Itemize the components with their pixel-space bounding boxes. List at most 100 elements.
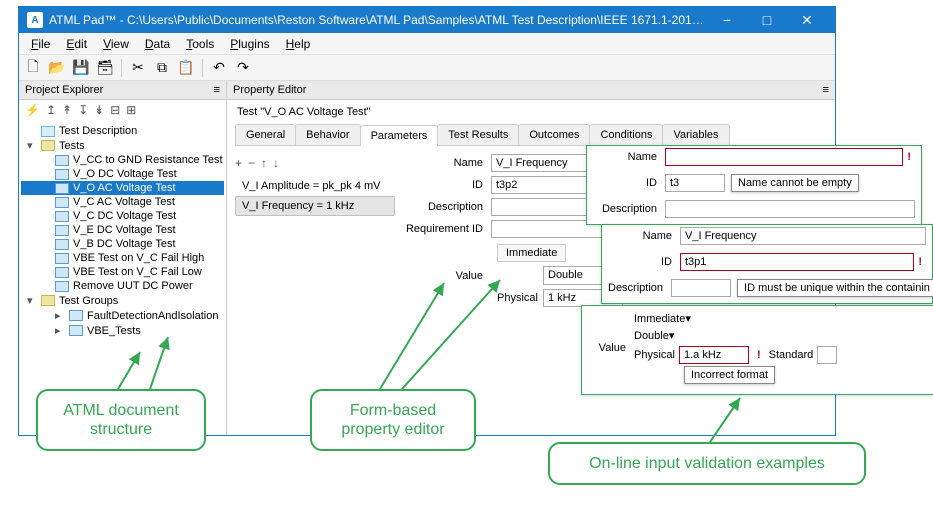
menu-file[interactable]: File <box>23 35 58 53</box>
tree-test-item[interactable]: VBE Test on V_C Fail High <box>21 251 224 265</box>
popup2-id-label: ID <box>608 256 680 268</box>
open-icon[interactable]: 📂 <box>47 58 67 78</box>
test-icon <box>55 197 69 208</box>
menu-tools[interactable]: Tools <box>178 35 222 53</box>
popup3-type-select[interactable]: Double▾ <box>634 329 774 342</box>
value-label: Value <box>445 270 491 282</box>
doc-icon <box>41 126 55 137</box>
tree-root[interactable]: Test Description <box>21 124 224 138</box>
group-icon <box>69 325 83 336</box>
param-up-icon[interactable]: ↑ <box>261 156 267 170</box>
tab-test-results[interactable]: Test Results <box>437 124 519 145</box>
lightning-icon[interactable]: ⚡ <box>25 103 40 117</box>
close-button[interactable]: ✕ <box>787 7 827 33</box>
callout-editor: Form-basedproperty editor <box>310 389 476 451</box>
popup3-physical-field[interactable] <box>679 346 749 364</box>
popup2-desc-field[interactable] <box>671 279 731 297</box>
tree-tests[interactable]: ▾Tests <box>21 138 224 153</box>
window-title: ATML Pad™ - C:\Users\Public\Documents\Re… <box>49 13 707 27</box>
tree-test-item[interactable]: V_O AC Voltage Test <box>21 181 224 195</box>
popup3-standard-field[interactable] <box>817 346 837 364</box>
tree-group-item[interactable]: ▸VBE_Tests <box>21 323 224 338</box>
menu-plugins[interactable]: Plugins <box>222 35 277 53</box>
menu-help[interactable]: Help <box>278 35 319 53</box>
panel-menu-icon[interactable]: ≡ <box>823 84 829 96</box>
id-label: ID <box>403 179 491 191</box>
tree-test-item[interactable]: V_E DC Voltage Test <box>21 223 224 237</box>
test-icon <box>55 225 69 236</box>
copy-icon[interactable]: ⧉ <box>152 58 172 78</box>
test-icon <box>55 281 69 292</box>
movedown-icon[interactable]: ↧ <box>78 103 88 117</box>
undo-icon[interactable]: ↶ <box>209 58 229 78</box>
error-icon: ! <box>753 349 765 361</box>
expand-icon[interactable]: ⊞ <box>126 103 136 117</box>
popup3-kind-select[interactable]: Immediate▾ <box>634 312 930 325</box>
test-title: Test "V_O AC Voltage Test" <box>227 100 835 124</box>
tree-test-item[interactable]: V_C AC Voltage Test <box>21 195 224 209</box>
moveup-icon[interactable]: ↥ <box>46 103 56 117</box>
tree-test-item[interactable]: V_C DC Voltage Test <box>21 209 224 223</box>
popup1-name-label: Name <box>593 151 665 163</box>
menu-data[interactable]: Data <box>137 35 178 53</box>
popup2-name-field[interactable] <box>680 227 926 245</box>
popup1-name-field[interactable] <box>665 148 903 166</box>
collapse-icon[interactable]: ⊟ <box>110 103 120 117</box>
validation-popup-format: Value Immediate▾ Double▾ Physical ! Stan… <box>581 305 933 395</box>
tree-group-item[interactable]: ▸FaultDetectionAndIsolation <box>21 308 224 323</box>
saveall-icon[interactable]: 🗃 <box>95 58 115 78</box>
save-icon[interactable]: 💾 <box>71 58 91 78</box>
test-icon <box>55 267 69 278</box>
minimize-button[interactable]: − <box>707 7 747 33</box>
callout-structure: ATML documentstructure <box>36 389 206 451</box>
maximize-button[interactable]: □ <box>747 7 787 33</box>
add-param-icon[interactable]: + <box>235 156 242 170</box>
project-explorer: Project Explorer≡ ⚡ ↥ ↟ ↧ ↡ ⊟ ⊞ Test Des… <box>19 81 227 435</box>
tree-groups[interactable]: ▾Test Groups <box>21 293 224 308</box>
titlebar: A ATML Pad™ - C:\Users\Public\Documents\… <box>19 7 835 33</box>
popup1-tooltip: Name cannot be empty <box>731 174 859 192</box>
param-down-icon[interactable]: ↓ <box>273 156 279 170</box>
chevron-down-icon: ▾ <box>685 313 691 325</box>
param-item[interactable]: V_I Amplitude = pk_pk 4 mV <box>235 176 395 196</box>
movetop-icon[interactable]: ↟ <box>62 103 72 117</box>
menu-edit[interactable]: Edit <box>58 35 95 53</box>
tabs: GeneralBehaviorParametersTest ResultsOut… <box>235 124 827 146</box>
test-icon <box>55 211 69 222</box>
tab-general[interactable]: General <box>235 124 296 145</box>
tab-parameters[interactable]: Parameters <box>360 125 439 146</box>
error-icon: ! <box>914 256 926 268</box>
popup1-desc-label: Description <box>593 203 665 215</box>
panel-menu-icon[interactable]: ≡ <box>214 84 220 96</box>
tab-variables[interactable]: Variables <box>662 124 729 145</box>
movebottom-icon[interactable]: ↡ <box>94 103 104 117</box>
tree-test-item[interactable]: V_B DC Voltage Test <box>21 237 224 251</box>
popup2-id-field[interactable] <box>680 253 914 271</box>
tree-test-item[interactable]: V_CC to GND Resistance Test <box>21 153 224 167</box>
tab-conditions[interactable]: Conditions <box>589 124 663 145</box>
value-kind[interactable]: Immediate <box>497 244 566 262</box>
tab-outcomes[interactable]: Outcomes <box>518 124 590 145</box>
redo-icon[interactable]: ↷ <box>233 58 253 78</box>
description-label: Description <box>403 201 491 213</box>
test-icon <box>55 155 69 166</box>
popup1-id-field[interactable] <box>665 174 725 192</box>
callout-validation: On-line input validation examples <box>548 442 866 485</box>
tab-behavior[interactable]: Behavior <box>295 124 360 145</box>
new-icon[interactable]: 🗋 <box>23 58 43 78</box>
cut-icon[interactable]: ✂ <box>128 58 148 78</box>
popup2-desc-label: Description <box>608 282 671 294</box>
popup1-desc-field[interactable] <box>665 200 915 218</box>
tree-test-item[interactable]: V_O DC Voltage Test <box>21 167 224 181</box>
app-icon: A <box>27 12 43 28</box>
tree-test-item[interactable]: VBE Test on V_C Fail Low <box>21 265 224 279</box>
menu-view[interactable]: View <box>95 35 137 53</box>
tree[interactable]: Test Description ▾Tests V_CC to GND Resi… <box>19 120 226 435</box>
del-param-icon[interactable]: − <box>248 156 255 170</box>
popup1-id-label: ID <box>593 177 665 189</box>
paste-icon[interactable]: 📋 <box>176 58 196 78</box>
tree-test-item[interactable]: Remove UUT DC Power <box>21 279 224 293</box>
toolbar: 🗋 📂 💾 🗃 ✂ ⧉ 📋 ↶ ↷ <box>19 55 835 81</box>
param-item[interactable]: V_I Frequency = 1 kHz <box>235 196 395 216</box>
toolbar-sep <box>202 59 203 77</box>
